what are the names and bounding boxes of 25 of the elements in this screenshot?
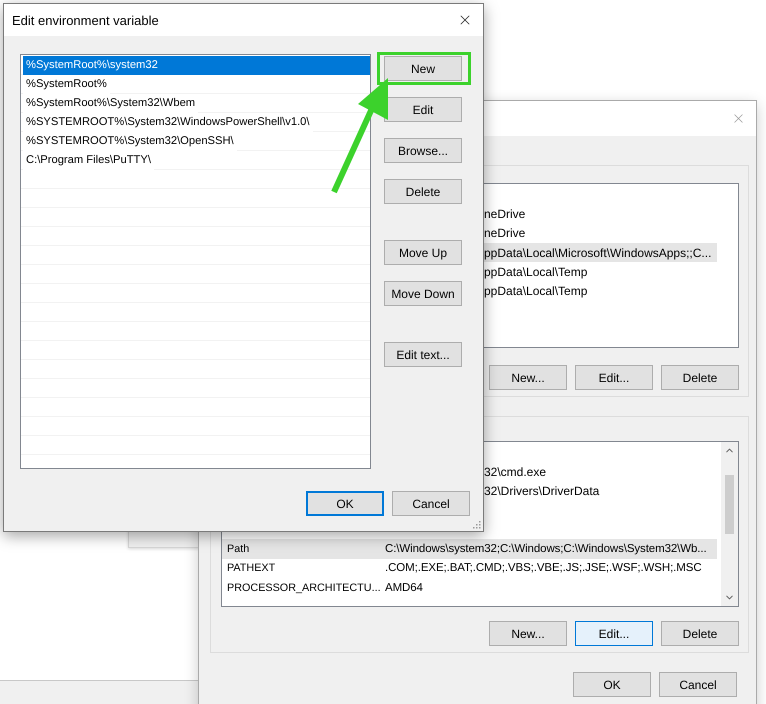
dialog-button[interactable]: OK xyxy=(573,672,651,697)
variable-row[interactable]: Path C:\Windows\system32;C:\Windows;C:\Windows\System32\Wb... xyxy=(222,539,717,559)
dialog-button[interactable]: Edit text... xyxy=(384,342,462,367)
dialog-button[interactable]: Browse... xyxy=(384,138,462,163)
scrollbar[interactable] xyxy=(721,442,738,606)
variable-row[interactable]: PROCESSOR_ARCHITECTU... AMD64 xyxy=(222,578,717,598)
variable-row[interactable]: PATHEXT .COM;.EXE;.BAT;.CMD;.VBS;.VBE;.JS;.JSE;.WSF;.WSH;.MSC xyxy=(222,558,717,578)
dialog-button[interactable]: Delete xyxy=(661,365,739,390)
dialog-button[interactable]: Cancel xyxy=(659,672,737,697)
path-entry[interactable]: %SystemRoot%\system32 xyxy=(23,56,370,75)
resize-grip-icon[interactable] xyxy=(471,519,481,529)
dialog-button[interactable]: Edit... xyxy=(575,365,653,390)
window-title: Edit environment variable xyxy=(12,12,159,28)
dialog-button[interactable]: Cancel xyxy=(392,491,470,516)
dialog-button[interactable]: New... xyxy=(489,621,567,646)
dialog-button[interactable]: New... xyxy=(489,365,567,390)
dialog-button[interactable]: Move Down xyxy=(384,281,462,306)
dialog-button[interactable]: Delete xyxy=(661,621,739,646)
scroll-thumb[interactable] xyxy=(725,474,734,534)
dialog-button[interactable]: Edit... xyxy=(575,621,653,646)
dialog-button[interactable]: Move Up xyxy=(384,240,462,265)
dialog-button[interactable]: New xyxy=(384,56,462,81)
dialog-button[interactable]: OK xyxy=(306,491,384,516)
dialog-button[interactable]: Delete xyxy=(384,179,462,204)
dialog-button[interactable]: Edit xyxy=(384,97,462,122)
